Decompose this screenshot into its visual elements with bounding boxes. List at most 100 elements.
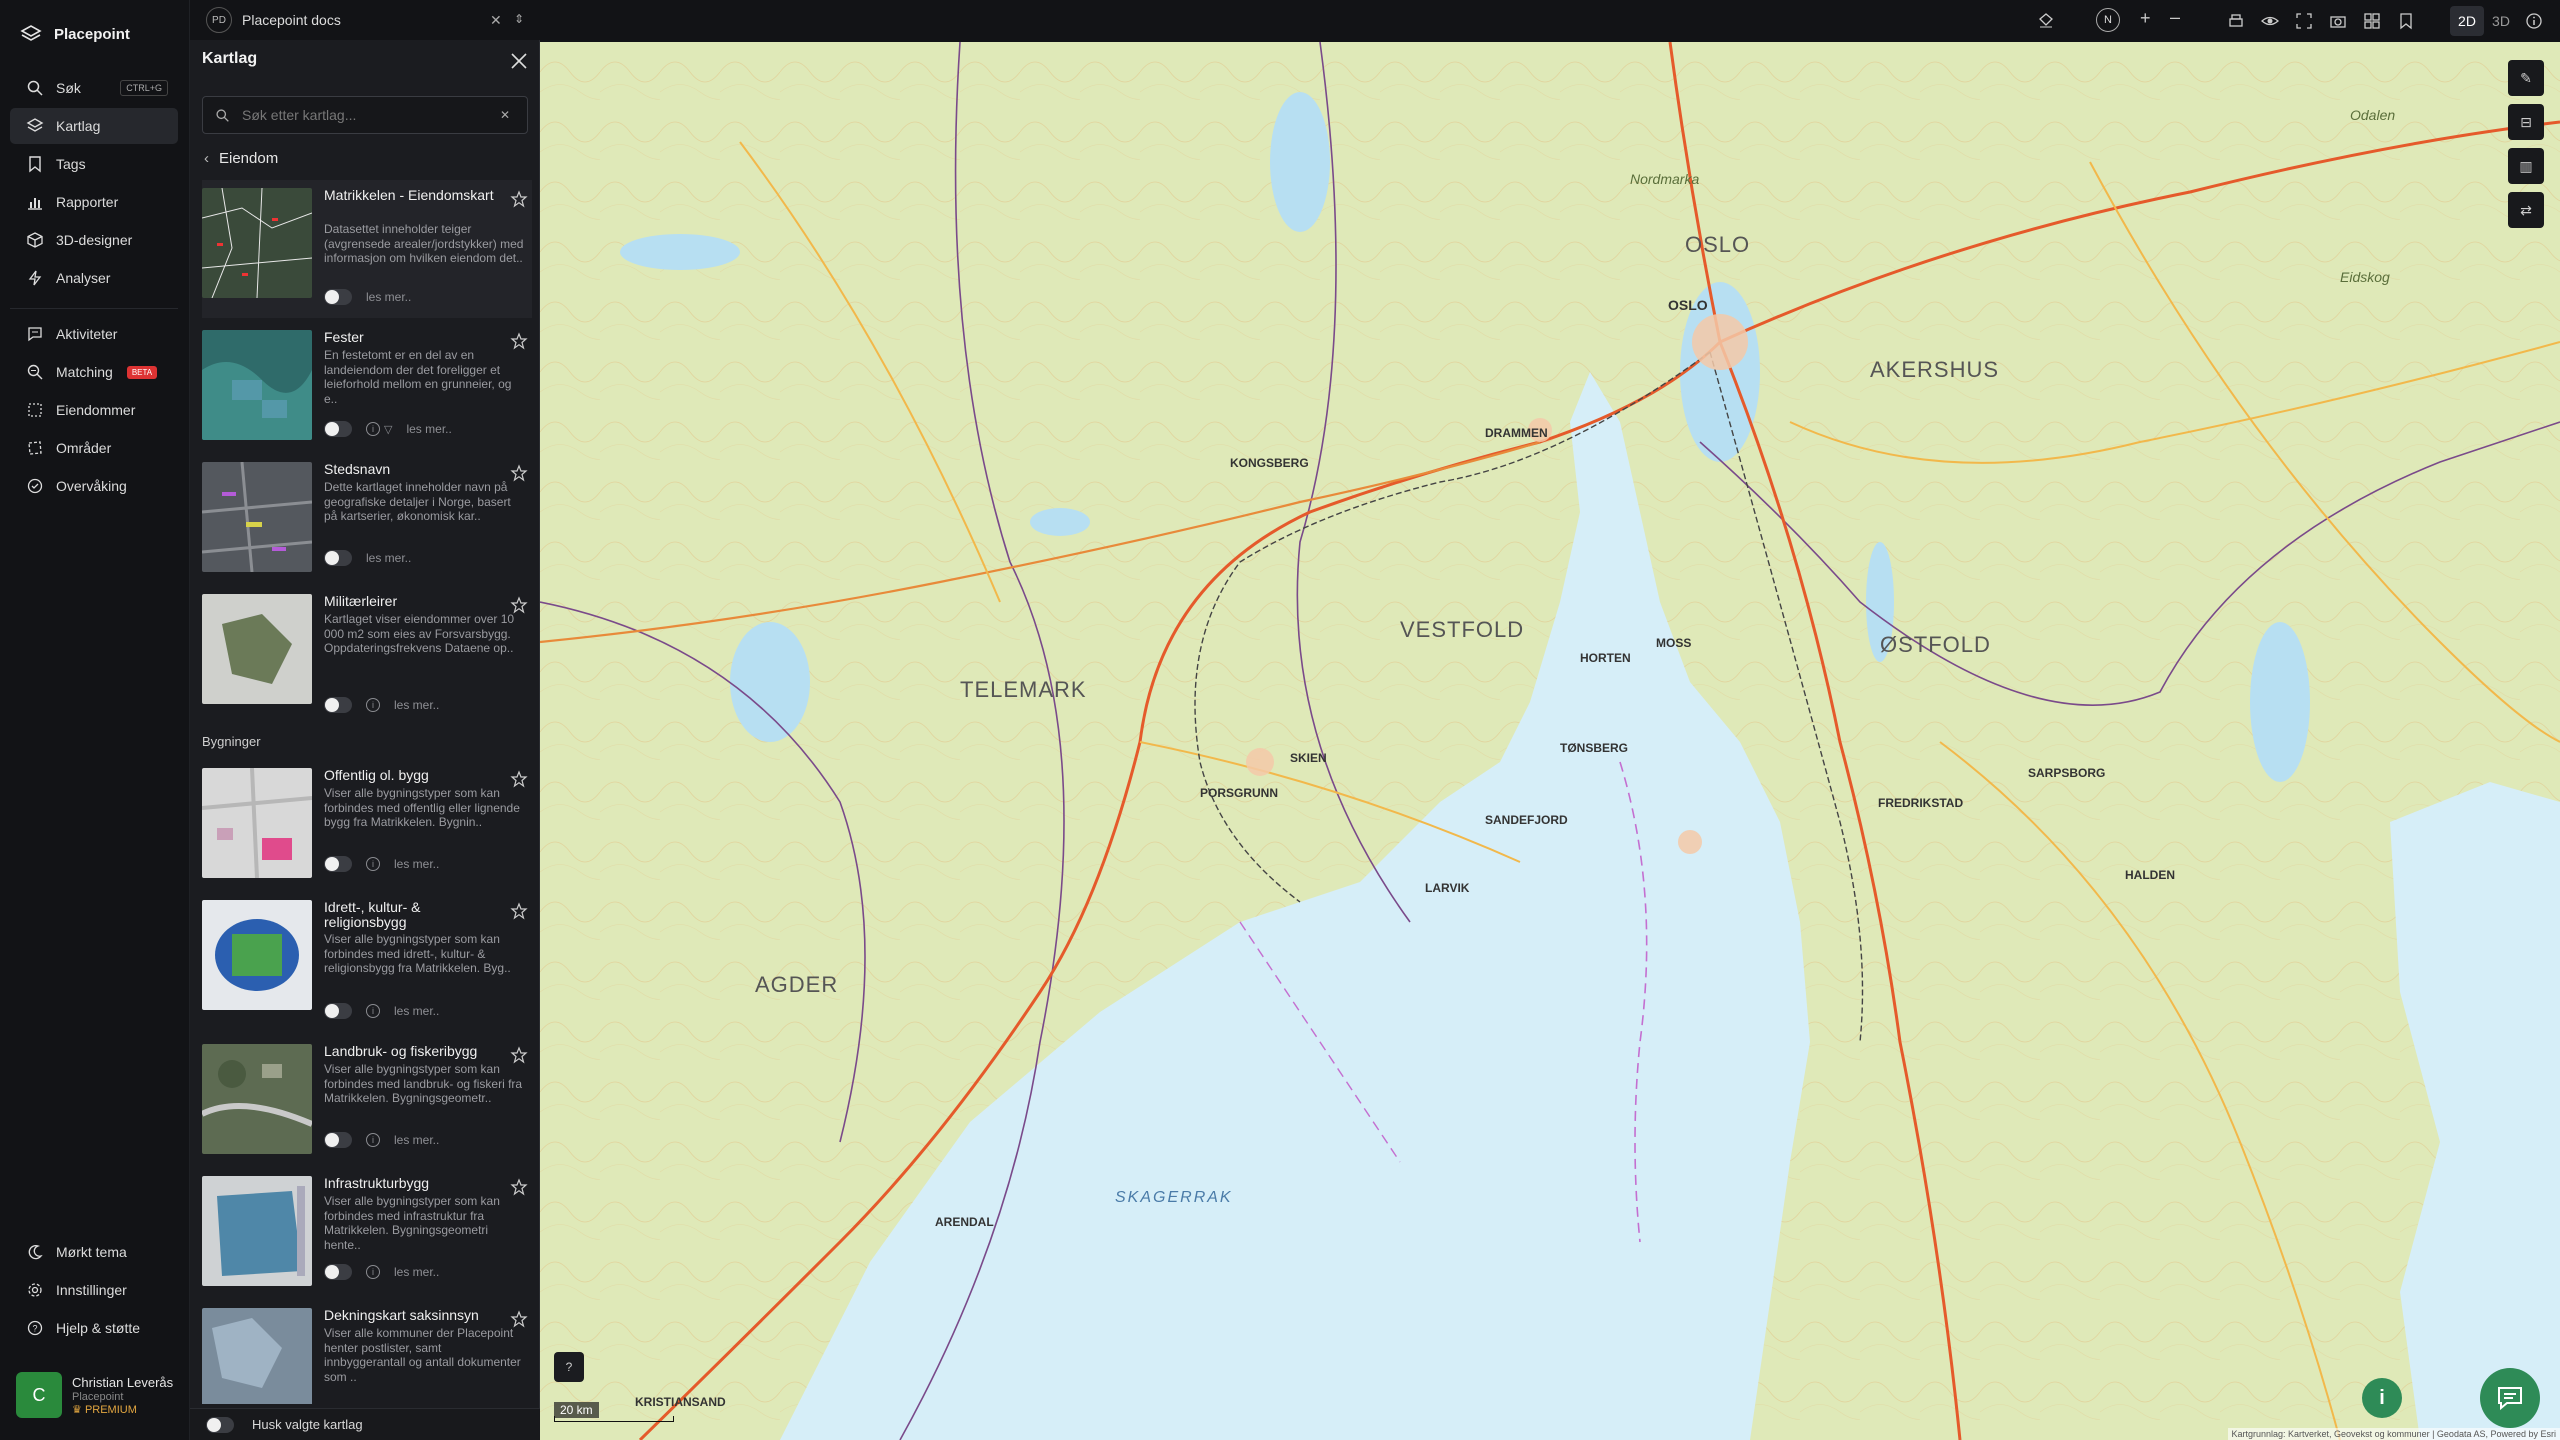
eye-icon[interactable] xyxy=(2260,11,2280,31)
nav-item-settings[interactable]: Innstillinger xyxy=(10,1272,178,1308)
layer-toggle[interactable] xyxy=(324,1264,352,1280)
user-org: Placepoint xyxy=(72,1390,124,1403)
nav-item-areas[interactable]: Områder xyxy=(10,430,178,466)
info-icon[interactable]: i xyxy=(366,857,380,871)
layer-search[interactable]: ✕ xyxy=(202,96,528,134)
chat-button[interactable] xyxy=(2480,1368,2540,1428)
layer-toggle[interactable] xyxy=(324,421,352,437)
close-tab-icon[interactable]: ✕ xyxy=(490,12,502,29)
layer-toggle[interactable] xyxy=(324,1132,352,1148)
nav-item-help[interactable]: ? Hjelp & støtte xyxy=(10,1310,178,1346)
map-label-akershus: AKERSHUS xyxy=(1870,357,1999,382)
layer-description: Viser alle bygningstyper som kan forbind… xyxy=(324,1194,500,1252)
grid-layout-icon[interactable] xyxy=(2362,11,2382,31)
star-icon[interactable] xyxy=(510,190,528,208)
layer-toggle[interactable] xyxy=(324,550,352,566)
layer-card-coverage[interactable]: Dekningskart saksinnsyn Viser alle kommu… xyxy=(202,1300,532,1404)
read-more-link[interactable]: les mer.. xyxy=(394,1265,439,1279)
nav-item-tags[interactable]: Tags xyxy=(10,146,178,182)
zoom-in-icon[interactable]: + xyxy=(2140,8,2151,29)
user-name: Christian Leverås xyxy=(72,1374,174,1390)
read-more-link[interactable]: les mer.. xyxy=(394,698,439,712)
chevron-updown-icon[interactable]: ⇕ xyxy=(514,12,524,26)
search-magnify-icon xyxy=(27,364,43,380)
info-icon[interactable]: i xyxy=(366,1133,380,1147)
remember-layers-toggle[interactable] xyxy=(206,1416,234,1433)
layer-card-fester[interactable]: Fester En festetomt er en del av en land… xyxy=(202,322,532,440)
layer-toggle[interactable] xyxy=(324,856,352,872)
fullscreen-icon[interactable] xyxy=(2294,11,2314,31)
layer-thumbnail xyxy=(202,1308,312,1404)
nav-label: Analyser xyxy=(56,270,111,286)
workspace-tab[interactable]: PD Placepoint docs ✕ ⇕ xyxy=(190,0,540,40)
nav-item-layers[interactable]: Kartlag xyxy=(10,108,178,144)
view-3d-button[interactable]: 3D xyxy=(2484,6,2518,36)
avatar: C xyxy=(16,1372,62,1418)
nav-item-monitoring[interactable]: Overvåking xyxy=(10,468,178,504)
scale-bar xyxy=(554,1416,674,1422)
print-icon[interactable] xyxy=(2226,11,2246,31)
layer-title: Stedsnavn xyxy=(324,461,391,477)
bucket-icon[interactable] xyxy=(2036,11,2056,31)
nav-label: Mørkt tema xyxy=(56,1244,127,1260)
map-tool-chart[interactable]: ▥ xyxy=(2508,148,2544,184)
layer-card-public-buildings[interactable]: Offentlig ol. bygg Viser alle bygningsty… xyxy=(202,760,532,878)
brand[interactable]: Placepoint xyxy=(20,20,130,48)
nav-item-search[interactable]: Søk CTRL+G xyxy=(10,70,178,106)
back-to-category[interactable]: ‹ Eiendom xyxy=(204,150,278,167)
compass-icon[interactable]: N xyxy=(2096,8,2120,32)
lake xyxy=(1030,508,1090,536)
read-more-link[interactable]: les mer.. xyxy=(406,422,451,436)
map-canvas[interactable]: OSLO OSLO AKERSHUS VESTFOLD TELEMARK ØST… xyxy=(540,42,2560,1440)
lake xyxy=(730,622,810,742)
info-icon[interactable]: i xyxy=(366,422,380,436)
map-tool-stats[interactable]: ⇄ xyxy=(2508,192,2544,228)
user-profile[interactable]: C Christian Leverås Placepoint ♛ PREMIUM xyxy=(16,1370,186,1420)
read-more-link[interactable]: les mer.. xyxy=(394,1004,439,1018)
read-more-link[interactable]: les mer.. xyxy=(394,857,439,871)
clear-search-icon[interactable]: ✕ xyxy=(500,108,510,122)
nav-item-dark-theme[interactable]: Mørkt tema xyxy=(10,1234,178,1270)
layer-search-input[interactable] xyxy=(240,106,490,124)
layer-toggle[interactable] xyxy=(324,1003,352,1019)
read-more-link[interactable]: les mer.. xyxy=(366,290,411,304)
layer-title: Infrastrukturbygg xyxy=(324,1175,430,1191)
map-tool-measure[interactable]: ⊟ xyxy=(2508,104,2544,140)
city-area xyxy=(1692,314,1748,370)
layer-card-agriculture[interactable]: Landbruk- og fiskeribygg Viser alle bygn… xyxy=(202,1036,532,1154)
camera-icon[interactable] xyxy=(2328,11,2348,31)
layer-card-militaerleirer[interactable]: Militærleirer Kartlaget viser eiendommer… xyxy=(202,586,532,713)
map-help-button[interactable]: ? xyxy=(554,1352,584,1382)
read-more-link[interactable]: les mer.. xyxy=(394,1133,439,1147)
layer-controls: i les mer.. xyxy=(324,696,439,714)
layer-card-stedsnavn[interactable]: Stedsnavn Dette kartlaget inneholder nav… xyxy=(202,454,532,572)
info-icon[interactable]: i xyxy=(366,698,380,712)
star-icon[interactable] xyxy=(510,902,528,920)
chat-icon xyxy=(28,327,42,342)
nav-item-activities[interactable]: Aktiviteter xyxy=(10,316,178,352)
map-tool-draw[interactable]: ✎ xyxy=(2508,60,2544,96)
nav-item-analyses[interactable]: Analyser xyxy=(10,260,178,296)
bookmark-icon[interactable] xyxy=(2396,11,2416,31)
close-icon[interactable] xyxy=(508,50,530,72)
info-icon[interactable]: i xyxy=(366,1265,380,1279)
layer-controls: i ▽ les mer.. xyxy=(324,420,452,438)
zoom-out-icon[interactable]: – xyxy=(2170,7,2180,28)
layer-card-matrikkelen[interactable]: Matrikkelen - Eiendomskart Datasettet in… xyxy=(202,180,532,318)
nav-label: Rapporter xyxy=(56,194,119,210)
nav-item-properties[interactable]: Eiendommer xyxy=(10,392,178,428)
nav-item-reports[interactable]: Rapporter xyxy=(10,184,178,220)
info-icon[interactable]: i xyxy=(366,1004,380,1018)
info-icon[interactable] xyxy=(2524,11,2544,31)
nav-item-3d-designer[interactable]: 3D-designer xyxy=(10,222,178,258)
read-more-link[interactable]: les mer.. xyxy=(366,551,411,565)
filter-icon[interactable]: ▽ xyxy=(384,423,392,436)
layer-card-sports-culture[interactable]: Idrett-, kultur- & religionsbygg Viser a… xyxy=(202,892,532,1022)
view-2d-button[interactable]: 2D xyxy=(2450,6,2484,36)
layer-toggle[interactable] xyxy=(324,289,352,305)
info-button[interactable]: i xyxy=(2362,1378,2402,1418)
map-label-halden: HALDEN xyxy=(2125,868,2175,882)
layer-toggle[interactable] xyxy=(324,697,352,713)
nav-item-matching[interactable]: Matching BETA xyxy=(10,354,178,390)
layer-card-infrastructure[interactable]: Infrastrukturbygg Viser alle bygningstyp… xyxy=(202,1168,532,1286)
